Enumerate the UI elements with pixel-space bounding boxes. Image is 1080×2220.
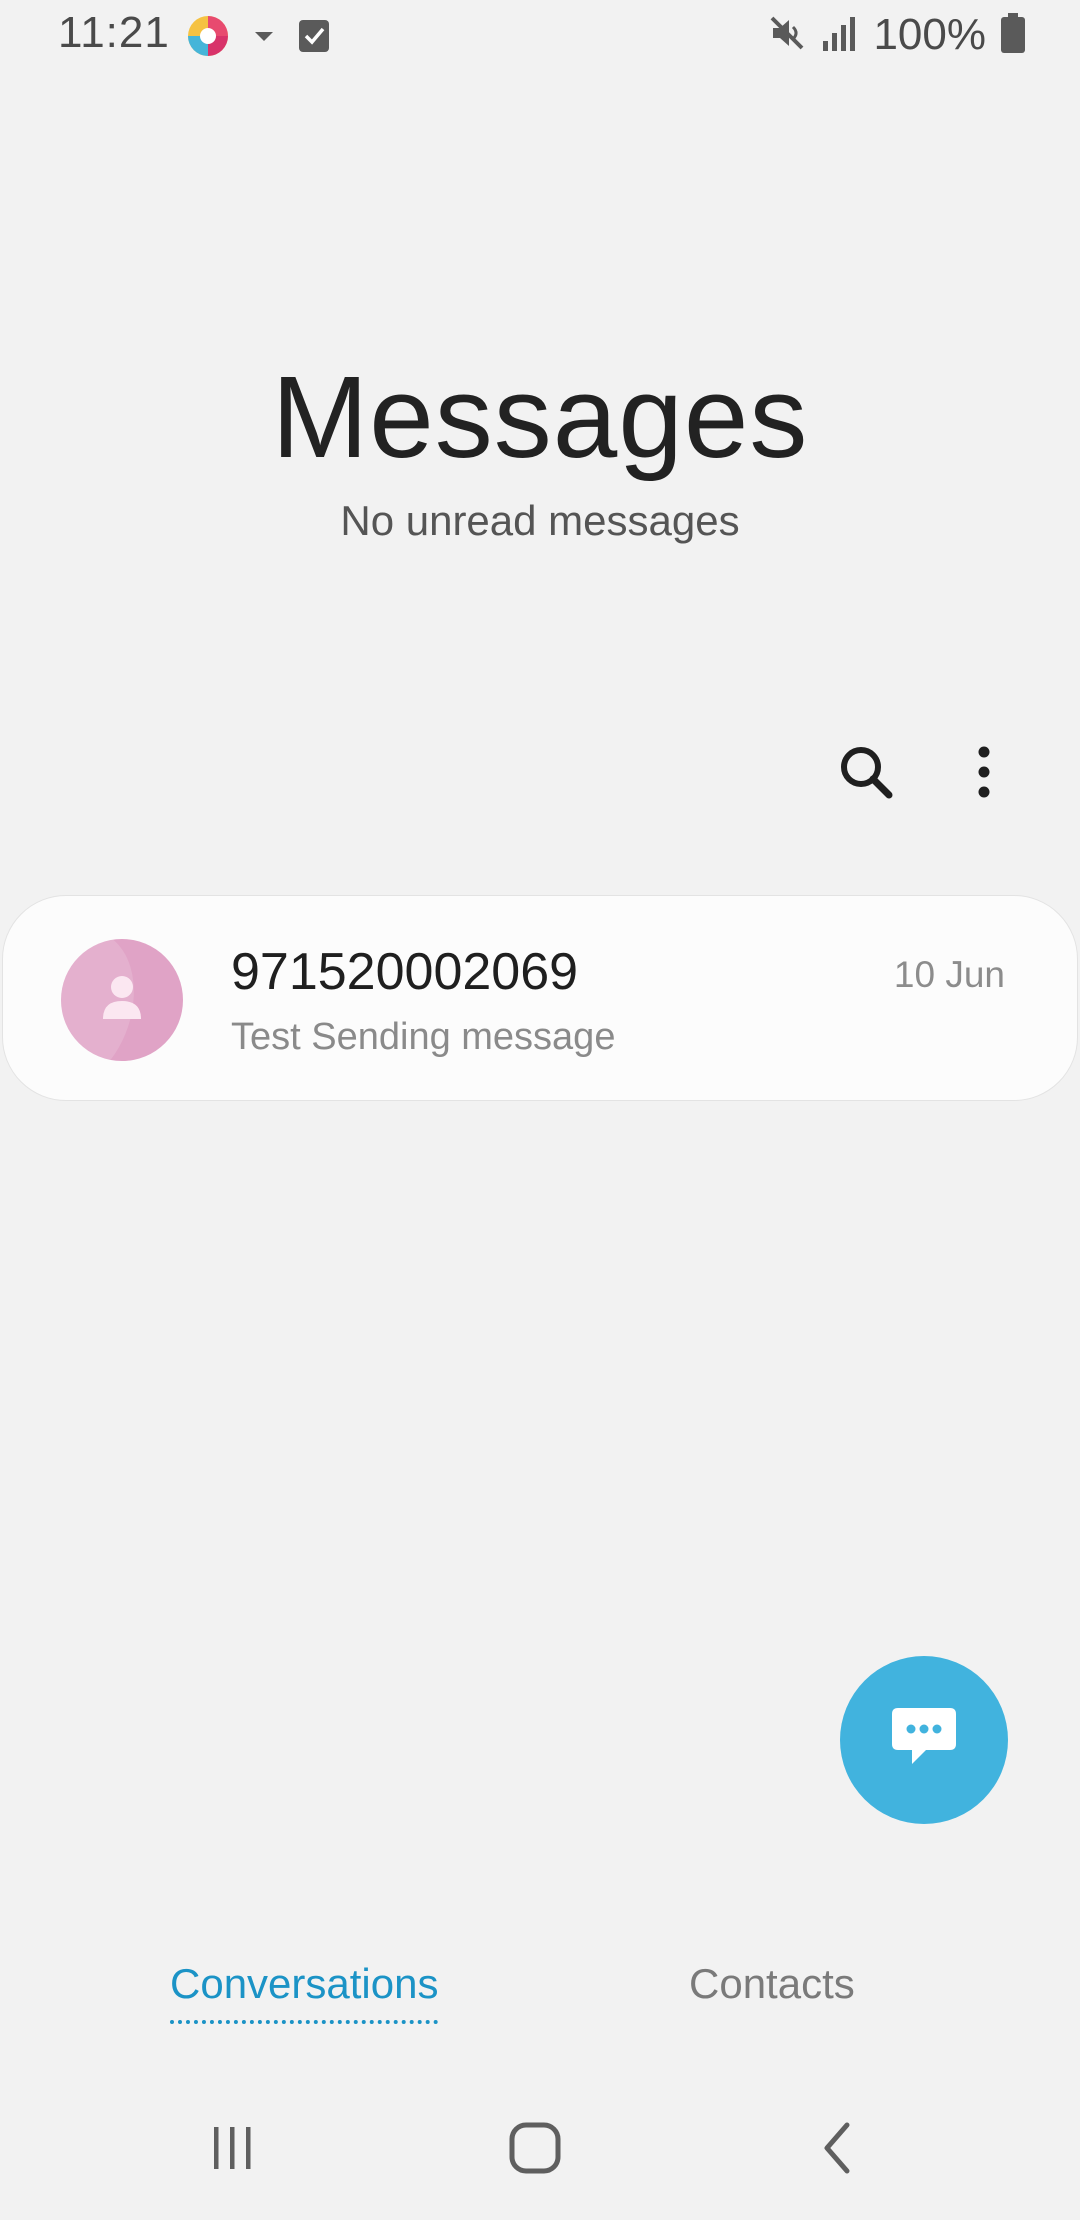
app-notification-icon bbox=[186, 14, 230, 63]
search-icon bbox=[836, 742, 896, 807]
status-time: 11:21 bbox=[58, 8, 170, 57]
conversation-snippet: Test Sending message bbox=[231, 1016, 616, 1058]
conversation-name: 971520002069 bbox=[231, 943, 579, 1001]
avatar bbox=[61, 939, 183, 1061]
back-button[interactable] bbox=[792, 2110, 882, 2190]
search-button[interactable] bbox=[824, 732, 908, 816]
dropdown-arrow-icon bbox=[252, 26, 276, 51]
status-bar: 11:21 100% bbox=[0, 0, 1080, 72]
recent-apps-button[interactable] bbox=[188, 2110, 278, 2190]
conversation-list: 971520002069 Test Sending message 10 Jun bbox=[0, 895, 1080, 1101]
checkbox-notification-icon bbox=[298, 18, 330, 59]
battery-icon bbox=[1000, 12, 1026, 59]
back-icon bbox=[817, 2121, 857, 2180]
active-tab-indicator bbox=[170, 2020, 439, 2024]
status-system-icons: 100% bbox=[767, 10, 1026, 60]
page-subtitle: No unread messages bbox=[340, 497, 740, 544]
conversation-date: 10 Jun bbox=[893, 954, 1005, 995]
messages-screen: 11:21 100% Messages No unread messages 9… bbox=[0, 0, 1080, 2220]
tab-contacts[interactable]: Contacts bbox=[689, 1960, 855, 2008]
home-icon bbox=[508, 2121, 562, 2180]
signal-icon bbox=[821, 13, 859, 58]
battery-percentage: 100% bbox=[873, 10, 986, 59]
status-notification-icons bbox=[186, 14, 330, 63]
compose-message-button[interactable] bbox=[840, 1656, 1008, 1824]
more-options-icon bbox=[974, 744, 994, 805]
more-options-button[interactable] bbox=[942, 732, 1026, 816]
conversation-item[interactable]: 971520002069 Test Sending message 10 Jun bbox=[2, 895, 1078, 1101]
mute-icon bbox=[767, 13, 807, 58]
home-button[interactable] bbox=[490, 2110, 580, 2190]
compose-message-icon bbox=[888, 1704, 960, 1777]
tab-conversations[interactable]: Conversations bbox=[170, 1960, 439, 2024]
tab-contacts-label: Contacts bbox=[689, 1960, 855, 2007]
person-icon bbox=[103, 976, 141, 1019]
recent-apps-icon bbox=[208, 2123, 258, 2178]
page-title: Messages bbox=[271, 352, 809, 482]
tab-conversations-label: Conversations bbox=[170, 1960, 439, 2007]
